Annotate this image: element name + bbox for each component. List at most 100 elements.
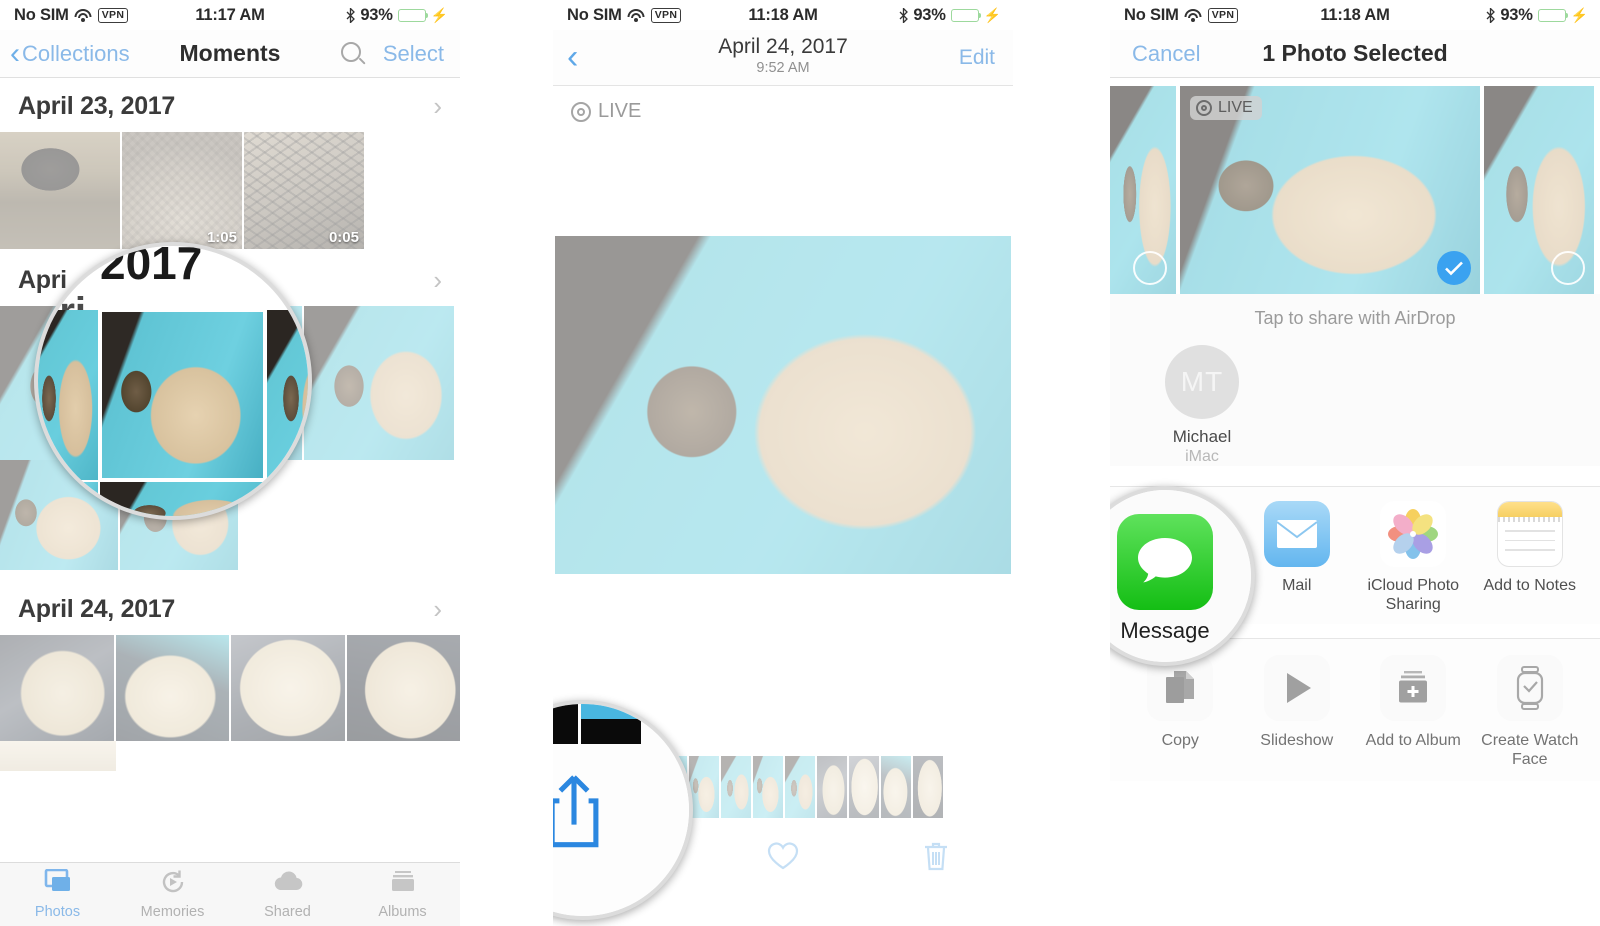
section-header-april-23[interactable]: April 23, 2017 › xyxy=(0,78,460,132)
photo-grid-april-24 xyxy=(0,635,460,741)
photo-thumb-lab-1[interactable] xyxy=(0,635,114,741)
app-label: Add to Notes xyxy=(1483,577,1577,594)
status-right: 93% ⚡ xyxy=(899,6,1013,25)
delete-button[interactable] xyxy=(860,839,1013,873)
action-slideshow[interactable]: Slideshow xyxy=(1239,655,1356,769)
phone-screen-moments: No SIM VPN 11:17 AM 93% ⚡ ‹ Collections … xyxy=(0,0,460,926)
magnified-messages-bubble-icon[interactable] xyxy=(1117,514,1213,610)
filmstrip-thumb[interactable] xyxy=(721,756,751,818)
action-copy[interactable]: Copy xyxy=(1122,655,1239,769)
nav-bar: ‹ Collections Moments Select xyxy=(0,30,460,78)
magnified-date-text: 2017 xyxy=(100,242,203,289)
share-app-icloud-photo-sharing[interactable]: iCloud Photo Sharing xyxy=(1355,501,1472,614)
albums-icon xyxy=(388,869,418,900)
title-block: April 24, 2017 9:52 AM xyxy=(553,34,1013,77)
selection-circle[interactable] xyxy=(1551,251,1585,285)
photo-thumb-lab-5[interactable] xyxy=(0,741,116,771)
magnified-filmstrip-thumb xyxy=(581,704,641,744)
live-photo-badge: LIVE xyxy=(1190,96,1262,120)
magnified-thumb-right[interactable] xyxy=(267,310,308,480)
tab-bar: Photos Memories Shared Albums xyxy=(0,862,460,926)
photo-thumb-couch[interactable]: 1:05 xyxy=(122,132,242,249)
airdrop-contact-michael[interactable]: MT Michael iMac xyxy=(1142,345,1262,466)
memories-rewind-icon xyxy=(158,869,188,900)
photo-thumb-lab-4[interactable] xyxy=(346,635,460,741)
selection-circle[interactable] xyxy=(1133,251,1167,285)
magnified-thumb-row2-b[interactable] xyxy=(100,482,265,516)
back-to-collections[interactable]: ‹ Collections xyxy=(0,38,130,69)
status-left: No SIM VPN xyxy=(553,6,682,25)
filmstrip-thumb[interactable] xyxy=(753,756,783,818)
video-duration: 0:05 xyxy=(328,229,359,246)
mail-envelope-icon xyxy=(1263,501,1330,567)
action-label: Slideshow xyxy=(1260,732,1334,749)
vpn-badge: VPN xyxy=(97,7,129,23)
chevron-right-icon: › xyxy=(433,91,442,121)
share-app-mail[interactable]: Mail xyxy=(1239,501,1356,614)
photo-thumb-prev[interactable] xyxy=(1110,86,1176,294)
status-left: No SIM VPN xyxy=(1110,6,1239,25)
selection-checkmark[interactable] xyxy=(1437,251,1471,285)
status-right: 93% ⚡ xyxy=(346,6,460,25)
photos-flower-icon xyxy=(1380,501,1447,567)
edit-button[interactable]: Edit xyxy=(959,46,995,70)
main-photo-viewer[interactable] xyxy=(555,236,1011,574)
filmstrip-thumb[interactable] xyxy=(817,756,847,818)
photo-thumb-lab-2[interactable] xyxy=(115,635,229,741)
battery-icon xyxy=(397,8,428,22)
wifi-icon xyxy=(627,8,645,22)
bluetooth-icon xyxy=(346,7,356,23)
chevron-right-icon: › xyxy=(433,594,442,624)
filmstrip-thumb[interactable] xyxy=(913,756,943,818)
wifi-icon xyxy=(1184,8,1202,22)
filmstrip-thumb[interactable] xyxy=(849,756,879,818)
photo-thumb-current[interactable]: LIVE xyxy=(1180,86,1480,294)
nav-bar: Cancel 1 Photo Selected xyxy=(1110,30,1600,78)
photo-date: April 24, 2017 xyxy=(718,35,848,58)
photo-thumb-crate[interactable]: 0:05 xyxy=(244,132,364,249)
favorite-button[interactable] xyxy=(706,840,859,872)
vpn-badge: VPN xyxy=(1207,7,1239,23)
photo-thumb-next[interactable] xyxy=(1484,86,1594,294)
tab-label: Shared xyxy=(264,904,311,920)
live-label: LIVE xyxy=(1218,99,1253,116)
tab-albums[interactable]: Albums xyxy=(345,863,460,926)
share-app-add-to-notes[interactable]: Add to Notes xyxy=(1472,501,1589,614)
magnified-thumb-selected[interactable] xyxy=(100,310,265,480)
search-icon[interactable] xyxy=(340,41,365,66)
tab-label: Photos xyxy=(34,904,81,920)
magnified-thumb-left[interactable] xyxy=(38,310,98,480)
action-label: Copy xyxy=(1161,732,1199,749)
phone-screen-photo-detail: No SIM VPN 11:18 AM 93% ⚡ ‹ April 24, 20… xyxy=(553,0,1013,926)
cancel-label: Cancel xyxy=(1132,40,1201,66)
battery-percent: 93% xyxy=(1500,5,1533,24)
app-label: Mail xyxy=(1282,577,1312,594)
tab-shared[interactable]: Shared xyxy=(230,863,345,926)
cloud-icon xyxy=(272,869,304,900)
photo-grid-april-23: 1:05 0:05 xyxy=(0,132,460,249)
photo-thumb-lab-3[interactable] xyxy=(231,635,345,741)
photo-grid-april-24-row2 xyxy=(0,741,460,771)
cancel-button[interactable]: Cancel xyxy=(1110,41,1200,67)
notes-icon xyxy=(1496,501,1563,567)
select-button[interactable]: Select xyxy=(383,41,444,67)
nav-actions: Select xyxy=(340,41,460,67)
tab-memories[interactable]: Memories xyxy=(115,863,230,926)
tab-photos[interactable]: Photos xyxy=(0,863,115,926)
section-header-april-24[interactable]: April 24, 2017 › xyxy=(0,570,460,635)
carrier-label: No SIM xyxy=(14,5,69,24)
live-photo-badge[interactable]: LIVE xyxy=(553,86,1013,123)
photo-thumb-dogcat-3[interactable] xyxy=(304,306,454,460)
magnifier-photo-grid: 2017 Apri xyxy=(34,242,312,520)
filmstrip-thumb[interactable] xyxy=(785,756,815,818)
status-bar: No SIM VPN 11:18 AM 93% ⚡ xyxy=(1110,0,1600,30)
filmstrip-thumb[interactable] xyxy=(881,756,911,818)
magnified-thumb-row2-a[interactable] xyxy=(38,482,98,516)
action-create-watch-face[interactable]: Create Watch Face xyxy=(1472,655,1589,769)
photo-thumb-black-dog[interactable] xyxy=(0,132,120,249)
action-add-to-album[interactable]: Add to Album xyxy=(1355,655,1472,769)
video-duration: 1:05 xyxy=(206,229,237,246)
live-label: LIVE xyxy=(598,100,642,122)
filmstrip-thumb[interactable] xyxy=(689,756,719,818)
wifi-icon xyxy=(74,8,92,22)
